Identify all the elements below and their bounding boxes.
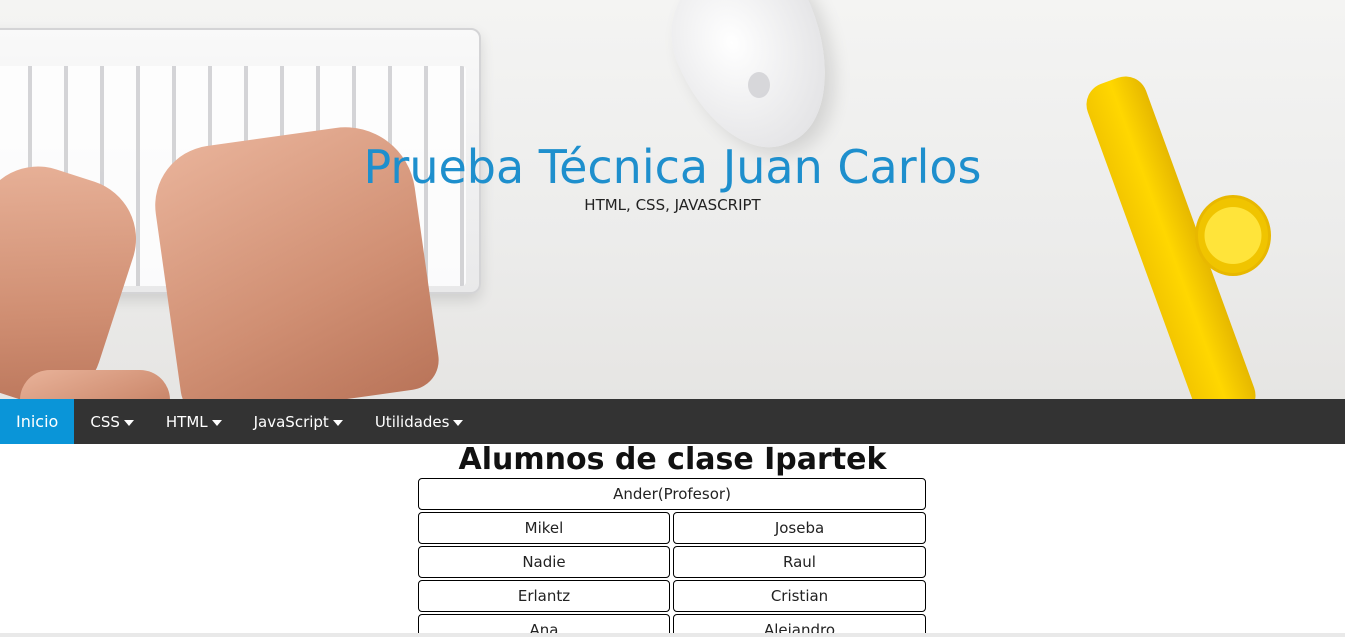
student-cell: Joseba [673, 512, 926, 544]
page-title: Prueba Técnica Juan Carlos [363, 140, 982, 194]
nav-item-css[interactable]: CSS [74, 399, 150, 444]
caret-down-icon [332, 419, 343, 426]
student-cell: Mikel [418, 512, 670, 544]
lower-hand-image [20, 370, 170, 399]
main-nav: Inicio CSS HTML JavaScript Utilidades [0, 399, 1345, 444]
caret-down-icon [211, 419, 222, 426]
student-cell: Nadie [418, 546, 670, 578]
student-cell: Cristian [673, 580, 926, 612]
nav-item-inicio[interactable]: Inicio [0, 399, 75, 444]
apple-logo-icon [748, 72, 770, 98]
nav-item-html[interactable]: HTML [150, 399, 238, 444]
teacher-cell: Ander(Profesor) [418, 478, 926, 510]
section-title: Alumnos de clase Ipartek [458, 444, 887, 477]
nav-item-utilidades[interactable]: Utilidades [359, 399, 480, 444]
caret-down-icon [123, 419, 134, 426]
student-cell: Erlantz [418, 580, 670, 612]
nav-item-label: Inicio [16, 412, 59, 431]
students-section: Alumnos de clase Ipartek Ander(Profesor)… [0, 444, 1345, 637]
nav-item-label: JavaScript [253, 412, 329, 431]
page-bottom-edge [0, 633, 1345, 637]
nav-item-javascript[interactable]: JavaScript [238, 399, 359, 444]
nav-item-label: HTML [165, 412, 208, 431]
hero-text: Prueba Técnica Juan Carlos HTML, CSS, JA… [0, 138, 1345, 214]
caret-down-icon [453, 419, 464, 426]
page-subtitle: HTML, CSS, JAVASCRIPT [584, 196, 761, 214]
student-cell: Raul [673, 546, 926, 578]
nav-item-label: Utilidades [374, 412, 450, 431]
hero-banner: Prueba Técnica Juan Carlos HTML, CSS, JA… [0, 0, 1345, 399]
nav-item-label: CSS [90, 412, 120, 431]
